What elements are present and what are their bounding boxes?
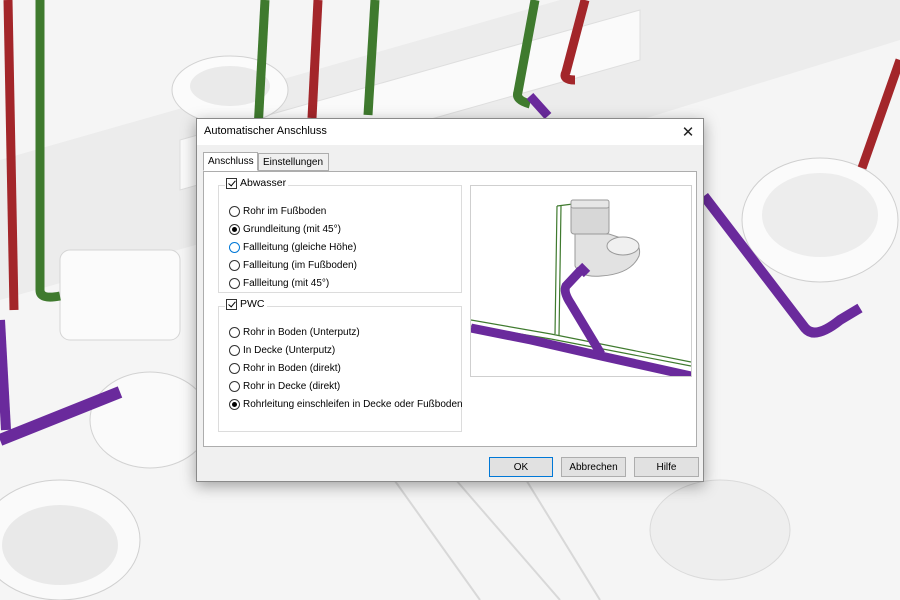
radio-label: Rohr in Boden (direkt) [243, 363, 341, 374]
radio-button[interactable] [229, 278, 240, 289]
radio-label: Fallleitung (gleiche Höhe) [243, 242, 357, 253]
radio-button[interactable] [229, 345, 240, 356]
group-abwasser: Abwasser Rohr im Fußboden Grundleitung (… [218, 177, 462, 293]
radio-rohr-in-boden-direkt[interactable]: Rohr in Boden (direkt) [229, 363, 341, 374]
radio-label: Rohr in Decke (direkt) [243, 381, 341, 392]
radio-button[interactable] [229, 399, 240, 410]
tab-panel-anschluss: Abwasser Rohr im Fußboden Grundleitung (… [203, 171, 697, 447]
toilet-pipe-preview-illustration [471, 199, 691, 376]
pwc-header: PWC [225, 298, 267, 310]
abwasser-header: Abwasser [225, 177, 289, 189]
radio-rohr-im-fussboden[interactable]: Rohr im Fußboden [229, 206, 326, 217]
radio-label: In Decke (Unterputz) [243, 345, 336, 356]
radio-button[interactable] [229, 381, 240, 392]
radio-grundleitung-45[interactable]: Grundleitung (mit 45°) [229, 224, 341, 235]
radio-button[interactable] [229, 363, 240, 374]
radio-rohr-in-boden-unterputz[interactable]: Rohr in Boden (Unterputz) [229, 327, 360, 338]
close-icon: ✕ [681, 124, 695, 141]
radio-rohrleitung-einschleifen[interactable]: Rohrleitung einschleifen in Decke oder F… [229, 399, 463, 410]
group-pwc: PWC Rohr in Boden (Unterputz) In Decke (… [218, 298, 463, 432]
radio-fallleitung-im-fussboden[interactable]: Fallleitung (im Fußboden) [229, 260, 357, 271]
abwasser-checkbox[interactable] [226, 177, 237, 189]
radio-button[interactable] [229, 224, 240, 235]
radio-label: Grundleitung (mit 45°) [243, 224, 341, 235]
cancel-button[interactable]: Abbrechen [561, 457, 626, 477]
radio-rohr-in-decke-direkt[interactable]: Rohr in Decke (direkt) [229, 381, 340, 392]
pwc-label: PWC [240, 298, 265, 310]
help-button[interactable]: Hilfe [634, 457, 699, 477]
radio-fallleitung-45[interactable]: Fallleitung (mit 45°) [229, 278, 329, 289]
radio-label: Rohr in Boden (Unterputz) [243, 327, 360, 338]
radio-label: Rohrleitung einschleifen in Decke oder F… [243, 399, 463, 410]
connection-preview-image [470, 185, 692, 377]
dialog-titlebar: Automatischer Anschluss ✕ [197, 119, 703, 145]
tab-anschluss[interactable]: Anschluss [203, 152, 258, 171]
radio-in-decke-unterputz[interactable]: In Decke (Unterputz) [229, 345, 335, 356]
close-button[interactable]: ✕ [673, 119, 703, 145]
radio-button[interactable] [229, 206, 240, 217]
abwasser-label: Abwasser [240, 177, 287, 189]
radio-label: Rohr im Fußboden [243, 206, 327, 217]
automatic-connection-dialog: Automatischer Anschluss ✕ Anschluss Eins… [196, 118, 704, 482]
radio-fallleitung-gleiche-hoehe[interactable]: Fallleitung (gleiche Höhe) [229, 242, 356, 253]
radio-button[interactable] [229, 327, 240, 338]
tab-einstellungen[interactable]: Einstellungen [258, 153, 329, 171]
pwc-checkbox[interactable] [226, 298, 237, 310]
ok-button[interactable]: OK [489, 457, 553, 477]
radio-label: Fallleitung (mit 45°) [243, 278, 330, 289]
radio-button[interactable] [229, 260, 240, 271]
radio-button[interactable] [229, 242, 240, 253]
radio-label: Fallleitung (im Fußboden) [243, 260, 357, 271]
dialog-title: Automatischer Anschluss [204, 125, 327, 137]
